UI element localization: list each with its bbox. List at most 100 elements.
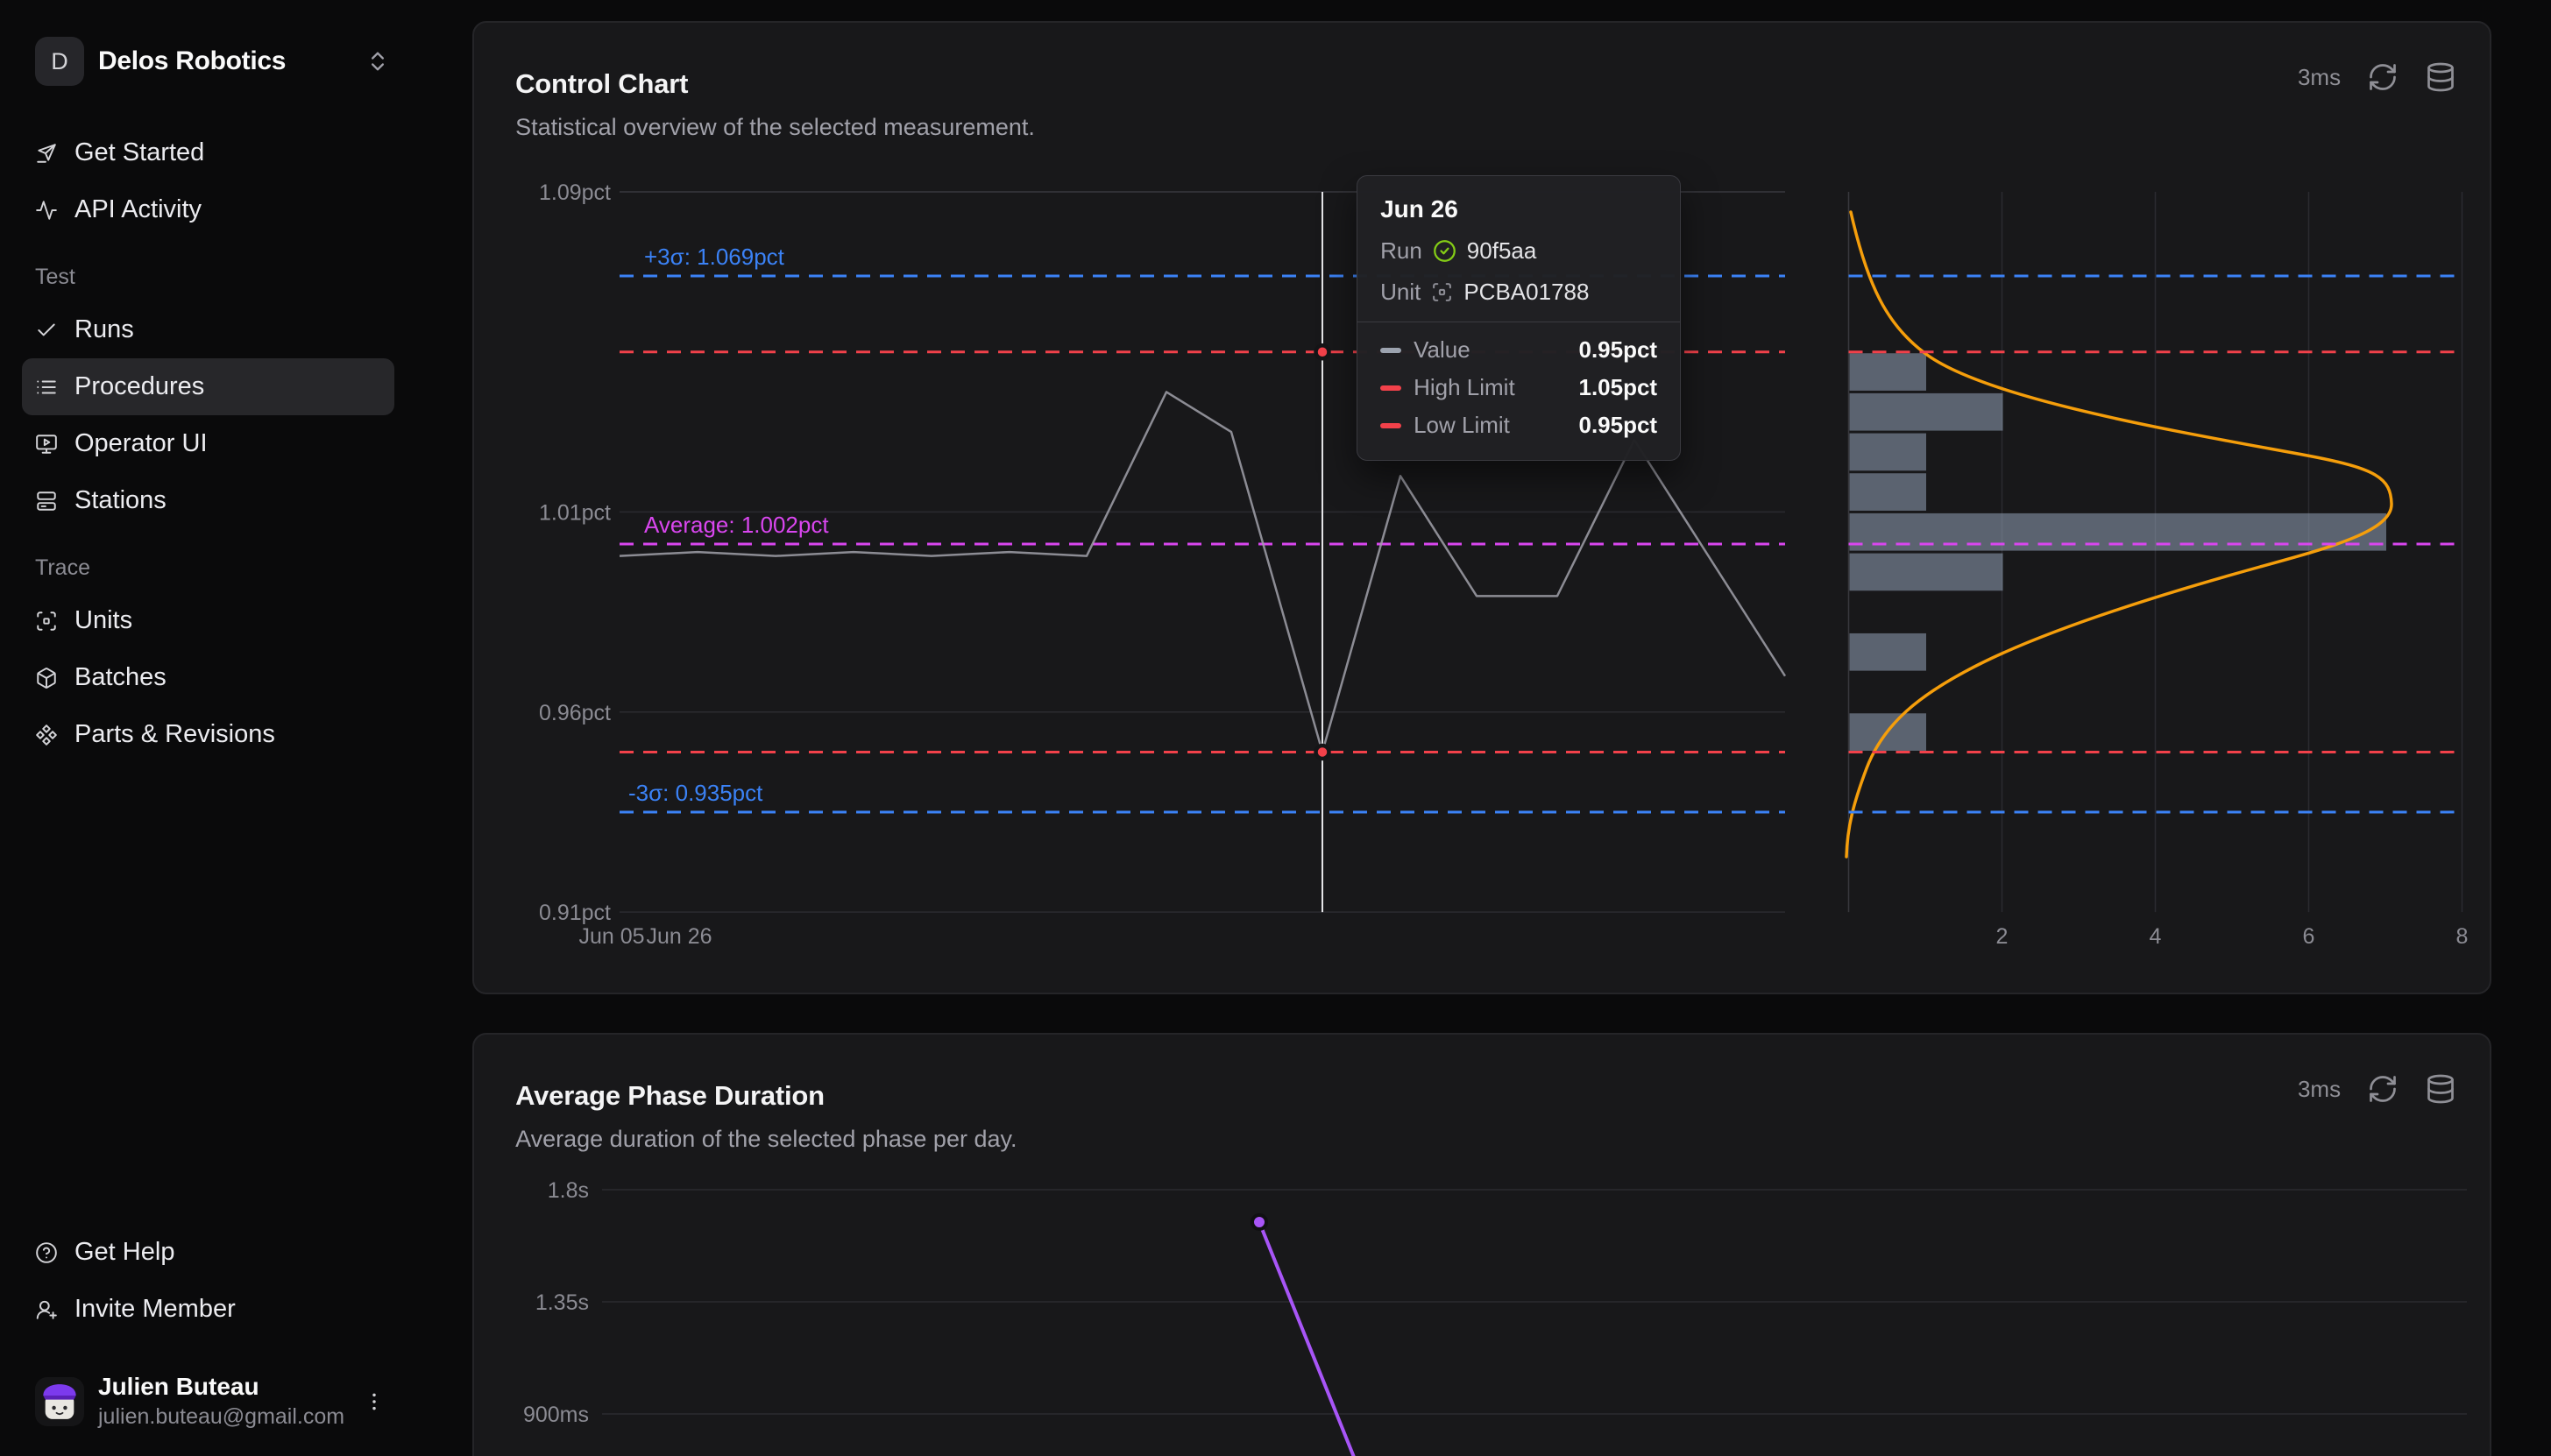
tooltip-row-label: Value [1414,336,1566,364]
x-tick-label: Jun 05 [579,924,645,949]
section-label-test: Test [35,261,390,293]
control-chart-plot[interactable]: 1.09pct1.01pct0.96pct0.91pct2468Jun 05Ju… [474,23,2491,994]
sidebar-item-label: Runs [74,315,134,344]
histogram-bar [1850,393,2003,431]
circle-check-icon [1433,239,1456,263]
sidebar-item-label: Units [74,606,132,635]
sidebar-nav: Get Started API Activity Test Runs Proce… [35,124,390,763]
user-meta: Julien Buteau julien.buteau@gmail.com [98,1373,344,1430]
phase-duration-point [1252,1215,1266,1229]
sidebar-item-label: API Activity [74,195,202,224]
tooltip-row-value: 0.95pct [1578,336,1657,364]
tooltip-unit-id: PCBA01788 [1463,279,1589,306]
sidebar-footer: Get Help Invite Member Julien Buteau jul… [35,1224,390,1456]
activity-icon [35,199,58,222]
workspace-avatar: D [35,37,84,86]
tooltip-run-row: Run 90f5aa [1380,237,1657,265]
tooltip-run-label: Run [1380,237,1422,265]
user-avatar [35,1377,84,1426]
component-icon [35,724,58,746]
control-chart-card: Control Chart Statistical overview of th… [472,21,2491,994]
histogram-bar [1850,473,1927,511]
phase-duration-line [1259,1222,1357,1456]
circle-help-icon [35,1241,58,1264]
hovered-point [1316,746,1329,759]
y-tick-label: 1.09pct [539,180,611,205]
package-icon [35,667,58,689]
sidebar-item-label: Parts & Revisions [74,720,275,749]
sidebar: D Delos Robotics Get Started API Activit… [0,0,415,1456]
sidebar-item-label: Get Started [74,138,204,167]
tooltip-low-limit-row: Low Limit 0.95pct [1380,412,1657,439]
hist-x-tick-label: 2 [1996,924,2009,949]
y-tick-label: 1.35s [535,1290,589,1315]
sidebar-item-label: Stations [74,486,167,515]
user-plus-icon [35,1298,58,1321]
sidebar-item-invite-member[interactable]: Invite Member [22,1281,394,1338]
value-swatch [1380,348,1401,353]
y-tick-label: 1.01pct [539,500,611,525]
sidebar-item-get-started[interactable]: Get Started [22,124,394,181]
sidebar-item-procedures[interactable]: Procedures [22,358,394,415]
x-tick-label: Jun 26 [647,924,712,949]
sidebar-item-parts-revisions[interactable]: Parts & Revisions [22,706,394,763]
hovered-point [1316,345,1329,358]
hist-x-tick-label: 4 [2150,924,2162,949]
sidebar-item-get-help[interactable]: Get Help [22,1224,394,1281]
sidebar-item-runs[interactable]: Runs [22,301,394,358]
histogram-bar [1850,353,1927,391]
sidebar-item-batches[interactable]: Batches [22,649,394,706]
high-limit-swatch [1380,385,1401,391]
histogram-bar [1850,434,1927,471]
phase-duration-card: Average Phase Duration Average duration … [472,1033,2491,1456]
sidebar-item-label: Get Help [74,1238,174,1267]
sidebar-item-api-activity[interactable]: API Activity [22,181,394,238]
monitor-play-icon [35,433,58,456]
stations-icon [35,490,58,512]
histogram-bar [1850,554,2003,591]
reference-line-label: Average: 1.002pct [644,512,829,538]
sidebar-item-label: Batches [74,663,167,692]
tooltip-unit-row: Unit PCBA01788 [1380,279,1657,306]
tooltip-row-value: 0.95pct [1578,412,1657,439]
tooltip-row-label: Low Limit [1414,412,1566,439]
chart-tooltip: Jun 26 Run 90f5aa Unit PCBA01788 Value 0… [1357,175,1681,461]
reference-line-label: +3σ: 1.069pct [644,244,785,270]
paper-plane-icon [35,142,58,165]
y-tick-label: 900ms [523,1403,589,1427]
tooltip-row-label: High Limit [1414,374,1566,401]
reference-line-label: -3σ: 0.935pct [628,780,763,806]
y-tick-label: 0.91pct [539,901,611,925]
tooltip-row-value: 1.05pct [1578,374,1657,401]
user-name: Julien Buteau [98,1373,344,1401]
main-content: Control Chart Statistical overview of th… [415,0,2551,1456]
histogram-bar [1850,633,1927,671]
hist-x-tick-label: 6 [2303,924,2315,949]
user-menu[interactable]: Julien Buteau julien.buteau@gmail.com [35,1373,390,1430]
y-tick-label: 1.8s [548,1178,589,1203]
tooltip-run-id: 90f5aa [1467,237,1537,265]
user-email: julien.buteau@gmail.com [98,1404,344,1430]
sidebar-item-units[interactable]: Units [22,592,394,649]
user-menu-dots-icon[interactable] [358,1381,390,1423]
sidebar-item-label: Procedures [74,372,204,401]
tooltip-value-row: Value 0.95pct [1380,336,1657,364]
sidebar-item-label: Invite Member [74,1295,236,1324]
sidebar-item-stations[interactable]: Stations [22,472,394,529]
sidebar-item-operator-ui[interactable]: Operator UI [22,415,394,472]
scan-icon [35,610,58,633]
scan-icon [1431,281,1453,303]
phase-duration-plot[interactable]: 1.8s 1.35s 900ms [474,1035,2491,1456]
check-icon [35,319,58,342]
section-label-trace: Trace [35,552,390,583]
workspace-switcher[interactable]: D Delos Robotics [35,37,390,86]
chevrons-up-down-icon [365,49,390,74]
list-icon [35,376,58,399]
tooltip-date: Jun 26 [1380,195,1657,223]
low-limit-swatch [1380,423,1401,428]
tooltip-unit-label: Unit [1380,279,1421,306]
tooltip-high-limit-row: High Limit 1.05pct [1380,374,1657,401]
y-tick-label: 0.96pct [539,701,611,725]
workspace-name: Delos Robotics [98,46,351,76]
sidebar-item-label: Operator UI [74,429,208,458]
